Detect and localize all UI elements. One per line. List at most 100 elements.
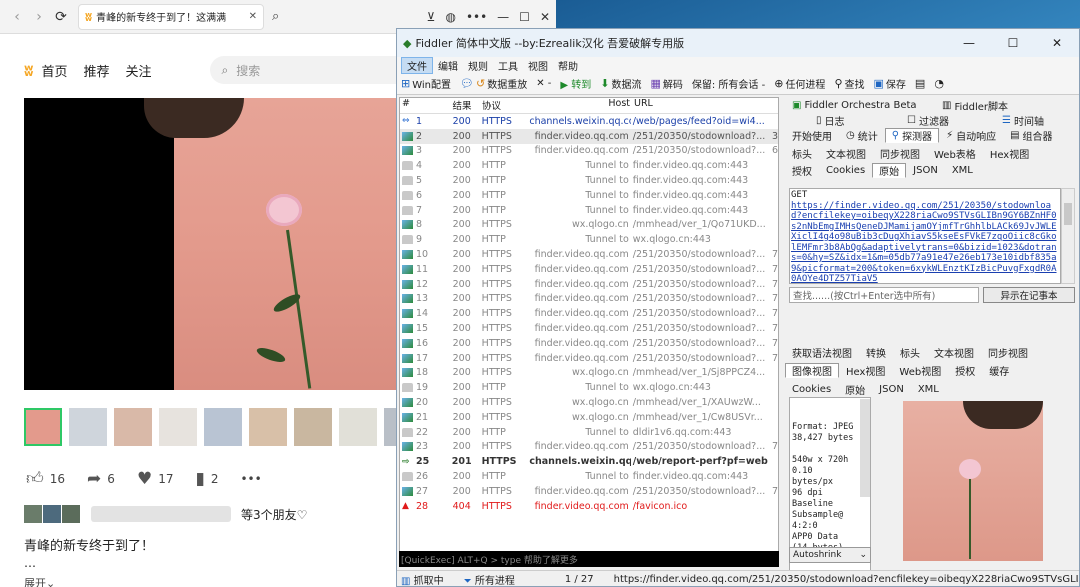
table-row[interactable]: 26 200 HTTP Tunnel to finder.video.qq.com:44… (400, 469, 778, 484)
table-row[interactable]: ▲ 28 404 HTTPS finder.video.qq.com/favicon.i… (400, 499, 778, 514)
close-tab-icon[interactable]: ✕ (249, 11, 257, 22)
menu-view[interactable]: 视图 (523, 58, 553, 73)
post-photo[interactable] (24, 98, 396, 390)
table-row[interactable]: 18 200 HTTPS wx.qlogo.cn/mmhead/ver_1/Sj8PP… (400, 366, 778, 381)
thumbnail[interactable] (294, 408, 332, 446)
table-row[interactable]: 5 200 HTTP Tunnel to finder.video.qq.com:443 (400, 173, 778, 188)
table-row[interactable]: 9 200 HTTP Tunnel to wx.qlogo.cn:443 (400, 232, 778, 247)
replay-button[interactable]: 💬︎ ↺ 数据重放 (460, 76, 527, 91)
autoshrink-dropdown[interactable]: Autoshrink ⌄ (789, 547, 871, 563)
req-tab-webforms[interactable]: Web表格 (927, 146, 983, 161)
table-row[interactable]: 14 200 HTTPS finder.video.qq.com/251/20350/… (400, 306, 778, 321)
resp-tab-caching[interactable]: 缓存 (982, 363, 1016, 378)
capture-status[interactable]: ▥ 抓取中 (401, 572, 444, 586)
resp-tab-hexview[interactable]: Hex视图 (839, 363, 892, 378)
resp-tab-json[interactable]: JSON (872, 382, 911, 397)
table-row[interactable]: 4 200 HTTP Tunnel to finder.video.qq.com:443 (400, 158, 778, 173)
col-num[interactable]: # (400, 98, 444, 113)
refresh-icon[interactable]: ⟳ (50, 6, 72, 28)
req-tab-json[interactable]: JSON (906, 163, 945, 178)
any-process-button[interactable]: ⊕ 任何进程 (774, 76, 825, 91)
download-icon[interactable]: ⊻ (427, 10, 436, 24)
close-icon[interactable]: ✕ (1035, 36, 1079, 50)
nav-follow[interactable]: 关注 (125, 61, 151, 80)
raw-scroll-thumb[interactable] (1064, 203, 1072, 225)
tab-composer[interactable]: ▤ 组合器 (1003, 128, 1059, 143)
table-row[interactable]: 10 200 HTTPS finder.video.qq.com/251/20350/… (400, 247, 778, 262)
friends-text[interactable]: 等3个朋友♡ (241, 506, 307, 523)
table-row[interactable]: 11 200 HTTPS finder.video.qq.com/251/20350/… (400, 262, 778, 277)
table-row[interactable]: 6 200 HTTP Tunnel to finder.video.qq.com:443 (400, 188, 778, 203)
raw-scrollbar[interactable] (1061, 188, 1075, 284)
resp-tab-headers[interactable]: 标头 (893, 345, 927, 360)
table-row[interactable]: 7 200 HTTP Tunnel to finder.video.qq.com:443 (400, 203, 778, 218)
table-row[interactable]: 15 200 HTTPS finder.video.qq.com/251/20350/… (400, 321, 778, 336)
table-row[interactable]: 8 200 HTTPS wx.qlogo.cn/mmhead/ver_1/Qo71UK… (400, 218, 778, 233)
req-tab-headers[interactable]: 标头 (785, 146, 819, 161)
tab-inspectors[interactable]: ⚲ 探测器 (884, 128, 940, 143)
resp-tab-raw[interactable]: 原始 (838, 382, 872, 397)
winconfig-button[interactable]: ⊞ Win配置 (401, 76, 451, 91)
table-row[interactable]: 19 200 HTTP Tunnel to wx.qlogo.cn:443 (400, 380, 778, 395)
maximize-icon[interactable]: ☐ (991, 36, 1035, 50)
menu-rules[interactable]: 规则 (463, 58, 493, 73)
req-tab-xml[interactable]: XML (945, 163, 980, 178)
request-raw-text[interactable]: GET https://finder.video.qq.com/251/2035… (789, 188, 1061, 284)
site-logo-icon[interactable]: ʬ (24, 61, 33, 80)
thumbnail[interactable] (339, 408, 377, 446)
req-tab-raw[interactable]: 原始 (872, 163, 907, 178)
tab-statistics[interactable]: ◷ 统计 (839, 128, 885, 143)
thumbnail[interactable] (69, 408, 107, 446)
table-row[interactable]: 16 200 HTTPS finder.video.qq.com/251/20350/… (400, 336, 778, 351)
avatar[interactable] (43, 505, 61, 523)
like-button[interactable]: 👍︎ 16 (26, 468, 65, 489)
browser-tab[interactable]: ʬ 青峰的新专终于到了！这满满 ✕ (78, 3, 264, 30)
resp-tab-transformer[interactable]: 转换 (859, 345, 893, 360)
table-row[interactable]: ⇔1200HTTPSchannels.weixin.qq.com/web/pag… (400, 114, 778, 129)
table-row[interactable]: 2 200 HTTPS finder.video.qq.com/251/20350/s… (400, 128, 778, 144)
resp-tab-syntaxview[interactable]: 同步视图 (981, 345, 1035, 360)
thumbnail[interactable] (24, 408, 62, 446)
nav-recommend[interactable]: 推荐 (83, 61, 109, 80)
goto-button[interactable]: ▶ 转到 (560, 76, 591, 91)
resp-tab-auth[interactable]: 授权 (948, 363, 982, 378)
resp-tab-cookies[interactable]: Cookies (785, 382, 838, 397)
expand-link[interactable]: 展开⌄ (24, 575, 55, 587)
process-filter[interactable]: ⏷ 所有进程 (464, 572, 515, 586)
table-row[interactable]: 20 200 HTTPS wx.qlogo.cn/mmhead/ver_1/XAUwz… (400, 395, 778, 410)
table-row[interactable]: 27 200 HTTPS finder.video.qq.com/251/20350/… (400, 484, 778, 499)
forward-icon[interactable]: › (28, 6, 50, 28)
req-tab-auth[interactable]: 授权 (785, 163, 819, 178)
tab-orchestra[interactable]: ▣ Fiddler Orchestra Beta (785, 98, 935, 113)
camera-button[interactable]: ▤ (915, 77, 925, 90)
share-button[interactable]: ➦ 6 (87, 469, 115, 489)
resp-tab-xml[interactable]: XML (911, 382, 946, 397)
table-row[interactable]: 13 200 HTTPS finder.video.qq.com/251/20350/… (400, 292, 778, 307)
tab-timeline[interactable]: ☰ 时间轴 (995, 113, 1051, 128)
col-host[interactable]: Host (528, 98, 632, 113)
avatar[interactable] (62, 505, 80, 523)
table-row[interactable]: 23 200 HTTPS finder.video.qq.com/251/20350/… (400, 440, 778, 455)
nav-home[interactable]: 首页 (41, 61, 67, 80)
minimize-icon[interactable]: — (947, 36, 991, 50)
search-icon[interactable]: ⌕ (272, 9, 279, 24)
tab-log[interactable]: ▯ 日志 (785, 113, 890, 128)
req-tab-syntaxview[interactable]: 同步视图 (873, 146, 927, 161)
image-info-scrollbar[interactable] (860, 399, 870, 497)
heart-button[interactable]: ♥ 17 (137, 469, 174, 489)
remove-button[interactable]: ✕ - (536, 78, 551, 89)
stream-button[interactable]: ⬇ 数据流 (600, 76, 641, 91)
minimize-icon[interactable]: — (497, 10, 509, 24)
maximize-icon[interactable]: ☐ (519, 10, 530, 24)
find-button[interactable]: ⚲ 查找 (834, 76, 864, 91)
more-button[interactable]: ••• (240, 472, 261, 486)
tab-get-started[interactable]: 开始使用 (785, 128, 839, 143)
tab-autoresponder[interactable]: ⚡ 自动响应 (939, 128, 1003, 143)
globe-icon[interactable]: ◍ (445, 10, 455, 24)
table-row[interactable]: 3 200 HTTPS finder.video.qq.com/251/20350/s… (400, 144, 778, 159)
find-input[interactable]: 查找......(按Ctrl+Enter选中所有) (789, 287, 979, 303)
resp-tab-webview[interactable]: Web视图 (892, 363, 948, 378)
resp-tab-transformer-view[interactable]: 获取语法视图 (785, 345, 859, 360)
table-row[interactable]: 17 200 HTTPS finder.video.qq.com/251/20350/… (400, 351, 778, 366)
comment-button[interactable]: ▮ 2 (195, 469, 218, 489)
